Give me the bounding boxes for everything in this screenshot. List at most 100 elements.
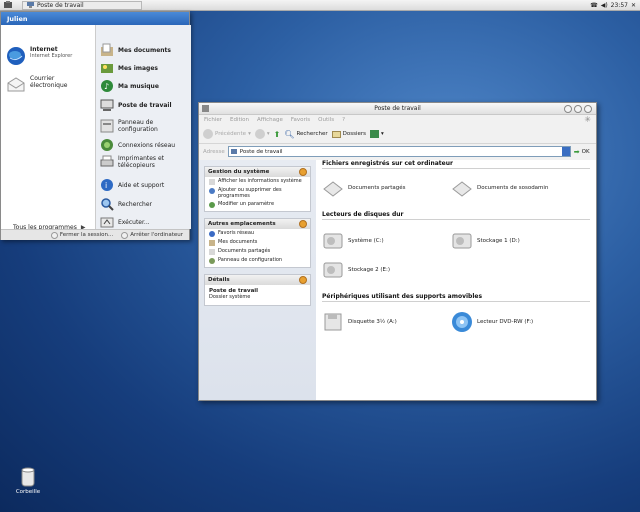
maximize-button[interactable] <box>574 105 582 113</box>
drive-item-label: Stockage 2 (E:) <box>348 267 390 273</box>
menu-favoris[interactable]: Favoris <box>291 115 310 125</box>
help-icon: i <box>100 178 114 192</box>
start-item-title: Courrier électronique <box>30 75 68 89</box>
place-link[interactable]: Mes documents <box>205 238 310 247</box>
panel-title: Autres emplacements <box>208 221 276 227</box>
search-icon: 🔍︎ <box>284 129 295 139</box>
file-item[interactable]: Documents de sosodamin <box>451 177 548 199</box>
collapse-icon[interactable] <box>299 168 307 176</box>
drive-item[interactable]: Stockage 2 (E:) <box>322 259 390 281</box>
task-link-label: Modifier un paramètre <box>218 201 275 207</box>
address-bar: Adresse Poste de travail ➡ OK <box>199 144 596 159</box>
back-button[interactable]: Précédente ▾ <box>203 129 251 139</box>
removable-item-label: Lecteur DVD-RW (F:) <box>477 319 534 325</box>
start-item-mes-documents[interactable]: Mes documents <box>100 43 171 57</box>
menu-outils[interactable]: Outils <box>318 115 334 125</box>
trash-desktop-item[interactable]: Corbeille <box>8 467 48 495</box>
place-link[interactable]: Documents partagés <box>205 247 310 256</box>
window-titlebar[interactable]: Poste de travail <box>199 103 596 115</box>
start-menu-pinned: Internet Internet Explorer Courrier élec… <box>1 25 96 231</box>
place-link[interactable]: Favoris réseau <box>205 229 310 238</box>
collapse-icon[interactable] <box>299 220 307 228</box>
search-label: Rechercher <box>296 131 328 137</box>
network-icon <box>209 231 215 237</box>
folders-button[interactable]: Dossiers <box>331 130 366 138</box>
start-item-subtitle: Internet Explorer <box>30 53 73 59</box>
drive-item-label: Stockage 1 (D:) <box>477 238 520 244</box>
taskbar-button-poste-de-travail[interactable]: Poste de travail <box>22 0 142 10</box>
shared-folder-icon <box>209 249 215 255</box>
task-link[interactable]: Afficher les informations système <box>205 177 310 186</box>
task-link-label: Afficher les informations système <box>218 178 302 184</box>
phone-icon[interactable]: ☎ <box>590 2 597 9</box>
views-button[interactable]: ▾ <box>369 130 384 138</box>
other-places-panel: Autres emplacements Favoris réseau Mes d… <box>204 218 311 268</box>
place-link-label: Documents partagés <box>218 248 271 254</box>
up-button[interactable]: ⬆ <box>274 130 281 139</box>
panel-header[interactable]: Autres emplacements <box>205 219 310 229</box>
task-link[interactable]: Ajouter ou supprimer des programmes <box>205 186 310 200</box>
address-value: Poste de travail <box>239 148 283 155</box>
panel-header[interactable]: Gestion du système <box>205 167 310 177</box>
mail-icon <box>6 75 26 95</box>
window-body: Gestion du système Afficher les informat… <box>199 160 596 400</box>
menu-edition[interactable]: Edition <box>230 115 249 125</box>
task-link-label: Ajouter ou supprimer des programmes <box>218 187 282 199</box>
shutdown-button[interactable]: Arrêter l'ordinateur <box>121 231 183 239</box>
start-item-internet[interactable]: Internet Internet Explorer <box>6 46 72 66</box>
start-item-mail[interactable]: Courrier électronique <box>6 75 92 95</box>
menu-affichage[interactable]: Affichage <box>257 115 283 125</box>
start-item-aide[interactable]: i Aide et support <box>100 178 164 192</box>
start-item-imprimantes[interactable]: Imprimantes et télécopieurs <box>100 155 178 169</box>
close-button[interactable] <box>584 105 592 113</box>
menu-help[interactable]: ? <box>342 115 345 125</box>
removable-item[interactable]: Lecteur DVD-RW (F:) <box>451 311 533 333</box>
clock[interactable]: 23:57 <box>611 2 628 9</box>
logoff-icon <box>50 231 58 239</box>
start-item-executer[interactable]: Exécuter... <box>100 215 150 229</box>
main-menu-icon[interactable] <box>3 1 14 9</box>
start-item-mes-images[interactable]: Mes images <box>100 61 158 75</box>
hard-drive-icon <box>451 230 473 252</box>
close-icon[interactable]: ✕ <box>631 2 636 9</box>
address-dropdown-button[interactable] <box>561 147 570 156</box>
logoff-label: Fermer la session... <box>59 232 114 238</box>
menubar: Fichier Edition Affichage Favoris Outils… <box>199 115 596 125</box>
start-item-rechercher[interactable]: Rechercher <box>100 197 152 211</box>
start-item-ma-musique[interactable]: ♪ Ma musique <box>100 79 159 93</box>
drive-item[interactable]: Système (C:) <box>322 230 384 252</box>
hard-drive-icon <box>322 230 344 252</box>
go-button[interactable]: ➡ OK <box>574 148 590 156</box>
chevron-down-icon: ▾ <box>248 131 251 137</box>
start-item-poste-de-travail[interactable]: Poste de travail <box>100 98 172 112</box>
forward-button[interactable]: ▾ <box>254 129 270 139</box>
start-item-title: Internet <box>30 46 58 53</box>
place-link[interactable]: Panneau de configuration <box>205 256 310 267</box>
start-item-label: Panneau de configuration <box>118 119 158 133</box>
logoff-button[interactable]: Fermer la session... <box>50 231 114 239</box>
removable-item[interactable]: Disquette 3½ (A:) <box>322 311 397 333</box>
task-link[interactable]: Modifier un paramètre <box>205 200 310 211</box>
throbber-icon: ✳ <box>584 115 591 124</box>
trash-label: Corbeille <box>15 489 41 495</box>
minimize-button[interactable] <box>564 105 572 113</box>
address-input[interactable]: Poste de travail <box>227 146 571 157</box>
drive-item[interactable]: Stockage 1 (D:) <box>451 230 520 252</box>
svg-text:♪: ♪ <box>104 82 109 91</box>
taskbar-label: Poste de travail <box>37 1 84 9</box>
start-item-label: Rechercher <box>118 201 152 208</box>
search-button[interactable]: 🔍︎ Rechercher <box>284 130 327 139</box>
file-item[interactable]: Documents partagés <box>322 177 406 199</box>
section-header: Fichiers enregistrés sur cet ordinateur <box>322 160 590 169</box>
file-view: Fichiers enregistrés sur cet ordinateur … <box>316 160 596 400</box>
start-item-label: Ma musique <box>118 83 159 90</box>
start-item-panneau[interactable]: Panneau de configuration <box>100 119 178 133</box>
start-item-label: Connexions réseau <box>118 142 176 149</box>
volume-icon[interactable]: ◀) <box>601 2 608 9</box>
details-panel: Détails Poste de travail Dossier système <box>204 274 311 306</box>
panel-header[interactable]: Détails <box>205 275 310 285</box>
start-item-connexions[interactable]: Connexions réseau <box>100 138 175 152</box>
collapse-icon[interactable] <box>299 276 307 284</box>
menu-fichier[interactable]: Fichier <box>204 115 222 125</box>
task-pane: Gestion du système Afficher les informat… <box>199 160 316 400</box>
